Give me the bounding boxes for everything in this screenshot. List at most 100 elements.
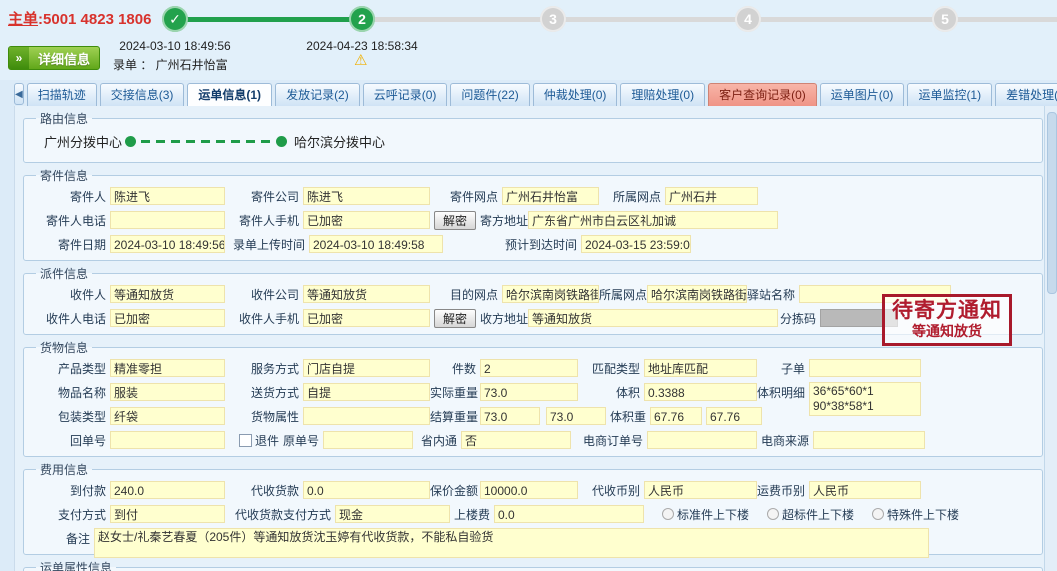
sub-order-input[interactable] (809, 359, 921, 377)
oversize-floor-radio-label: 超标件上下楼 (782, 506, 854, 523)
tab-scroll-left-button[interactable]: ◀ (14, 83, 24, 105)
step-timestamp: 2024-03-10 18:49:56 (108, 39, 242, 53)
sender-outlet-owner-label: 所属网点 (599, 188, 665, 205)
receiver-phone-input[interactable]: 已加密 (110, 309, 225, 327)
billing-weight-input[interactable]: 73.0 (480, 407, 540, 425)
dest-outlet-owner-input[interactable]: 哈尔滨南岗铁路街 (647, 285, 747, 303)
sender-phone-input[interactable] (110, 211, 225, 229)
return-flag-checkbox[interactable] (239, 434, 252, 447)
detail-info-label: 详细信息 (29, 49, 99, 68)
piece-count-input[interactable]: 2 (480, 359, 578, 377)
receiver-address-input[interactable]: 等通知放货 (528, 309, 778, 327)
send-date-input[interactable]: 2024-03-10 18:49:56 (110, 235, 225, 253)
ecommerce-order-no-input[interactable] (647, 431, 757, 449)
insured-amount-input[interactable]: 10000.0 (480, 481, 578, 499)
record-entry-note: 录单 ： 广州石井怡富 (113, 56, 228, 73)
record-upload-time-label: 录单上传时间 (225, 236, 309, 253)
payment-method-input[interactable]: 到付 (110, 505, 225, 523)
scrollbar-thumb[interactable] (1047, 112, 1057, 294)
freight-collect-amount-input[interactable]: 240.0 (110, 481, 225, 499)
special-floor-radio[interactable] (872, 508, 884, 520)
standard-floor-radio-label: 标准件上下楼 (677, 506, 749, 523)
product-type-input[interactable]: 精准零担 (110, 359, 225, 377)
sender-mobile-input[interactable]: 已加密 (303, 211, 430, 229)
receiver-name-input[interactable]: 等通知放货 (110, 285, 225, 303)
cod-payment-method-label: 代收货款支付方式 (225, 506, 335, 523)
tab-10[interactable]: 运单监控(1) (907, 83, 992, 106)
section-1: 派件信息收件人等通知放货收件公司等通知放货目的网点哈尔滨南岗铁路街所属网点哈尔滨… (23, 265, 1043, 335)
province-express-label: 省内通 (413, 432, 461, 449)
progress-track-done (175, 17, 362, 22)
cod-currency-input[interactable]: 人民币 (644, 481, 757, 499)
actual-weight-input[interactable]: 73.0 (480, 383, 578, 401)
tab-6[interactable]: 仲裁处理(0) (533, 83, 618, 106)
sender-company-label: 寄件公司 (225, 188, 303, 205)
tab-3[interactable]: 发放记录(2) (275, 83, 360, 106)
route-end-dot-icon (276, 136, 287, 147)
form-area: 寄件信息寄件人陈进飞寄件公司陈进飞寄件网点广州石井怡富所属网点广州石井寄件人电话… (15, 167, 1045, 571)
section-2: 货物信息产品类型精准零担服务方式门店自提件数2匹配类型地址库匹配子单物品名称服装… (23, 339, 1043, 457)
match-type-input[interactable]: 地址库匹配 (644, 359, 757, 377)
form-row: 到付款240.0代收货款0.0保价金额10000.0代收币别人民币运费币别人民币 (28, 478, 1038, 502)
sender-address-label: 寄方地址 (480, 212, 528, 229)
billing-weight-2-input[interactable]: 73.0 (546, 407, 606, 425)
remarks-input[interactable]: 赵女士/礼秦艺春夏（205件）等通知放货沈玉婷有代收货款，不能私自验货 (94, 528, 929, 558)
service-mode-input[interactable]: 门店自提 (303, 359, 430, 377)
decrypt-receiver-mobile-button[interactable]: 解密 (434, 309, 476, 328)
step-circle-5: 5 (932, 6, 958, 32)
receiver-mobile-input[interactable]: 已加密 (303, 309, 430, 327)
province-express-input[interactable]: 否 (461, 431, 571, 449)
tab-2[interactable]: 运单信息(1) (187, 83, 272, 106)
sender-outlet-owner-input[interactable]: 广州石井 (665, 187, 758, 205)
receiver-company-input[interactable]: 等通知放货 (303, 285, 430, 303)
item-name-input[interactable]: 服装 (110, 383, 225, 401)
original-order-no-input[interactable] (323, 431, 413, 449)
record-upload-time-input[interactable]: 2024-03-10 18:49:58 (309, 235, 443, 253)
return-order-no-input[interactable] (110, 431, 225, 449)
freight-currency-input[interactable]: 人民币 (809, 481, 921, 499)
send-date-label: 寄件日期 (34, 236, 110, 253)
goods-attribute-input[interactable] (303, 407, 430, 425)
form-row: 物品名称服装送货方式自提实际重量73.0体积0.3388体积明细36*65*60… (28, 380, 1038, 404)
delivery-mode-input[interactable]: 自提 (303, 383, 430, 401)
tab-4[interactable]: 云呼记录(0) (363, 83, 448, 106)
detail-info-button[interactable]: » 详细信息 (8, 46, 100, 70)
tab-11[interactable]: 差错处理(0) (995, 83, 1057, 106)
volume-weight-input[interactable]: 67.76 (650, 407, 702, 425)
tab-8[interactable]: 客户查询记录(0) (708, 83, 817, 106)
package-type-input[interactable]: 纤袋 (110, 407, 225, 425)
sender-outlet-input[interactable]: 广州石井怡富 (502, 187, 599, 205)
sender-company-input[interactable]: 陈进飞 (303, 187, 430, 205)
cod-amount-input[interactable]: 0.0 (303, 481, 430, 499)
receiver-name-label: 收件人 (34, 286, 110, 303)
volume-input[interactable]: 0.3388 (644, 383, 757, 401)
volume-detail-input[interactable]: 36*65*60*1 90*38*58*1 (809, 382, 921, 416)
volume-detail-label: 体积明细 (757, 384, 809, 401)
tab-0[interactable]: 扫描轨迹 (27, 83, 97, 106)
ecommerce-source-label: 电商来源 (757, 432, 813, 449)
dest-outlet-input[interactable]: 哈尔滨南岗铁路街 (502, 285, 599, 303)
insured-amount-label: 保价金额 (430, 482, 480, 499)
estimated-arrival-time-input[interactable]: 2024-03-15 23:59:00 (581, 235, 691, 253)
oversize-floor-radio[interactable] (767, 508, 779, 520)
tab-9[interactable]: 运单图片(0) (820, 83, 905, 106)
tab-5[interactable]: 问题件(22) (450, 83, 529, 106)
vertical-scrollbar[interactable] (1044, 106, 1057, 571)
standard-floor-radio[interactable] (662, 508, 674, 520)
route-to: 哈尔滨分拨中心 (294, 132, 385, 151)
volume-weight-2-input[interactable]: 67.76 (706, 407, 762, 425)
sender-address-input[interactable]: 广东省广州市白云区礼加诚 (528, 211, 778, 229)
app-window: 主单:5001 4823 1806 » 详细信息 ✓2024-03-10 18:… (0, 0, 1057, 571)
left-arrow-icon: ◀ (15, 89, 23, 100)
ecommerce-source-input[interactable] (813, 431, 925, 449)
cod-payment-method-input[interactable]: 现金 (335, 505, 450, 523)
double-chevron-right-icon: » (9, 47, 29, 69)
decrypt-sender-mobile-button[interactable]: 解密 (434, 211, 476, 230)
freight-collect-amount-label: 到付款 (34, 482, 110, 499)
route-dash-line (141, 140, 271, 143)
section-title: 派件信息 (36, 265, 92, 282)
tab-1[interactable]: 交接信息(3) (100, 83, 185, 106)
sender-name-input[interactable]: 陈进飞 (110, 187, 225, 205)
tab-7[interactable]: 理赔处理(0) (620, 83, 705, 106)
upstairs-fee-input[interactable]: 0.0 (494, 505, 644, 523)
